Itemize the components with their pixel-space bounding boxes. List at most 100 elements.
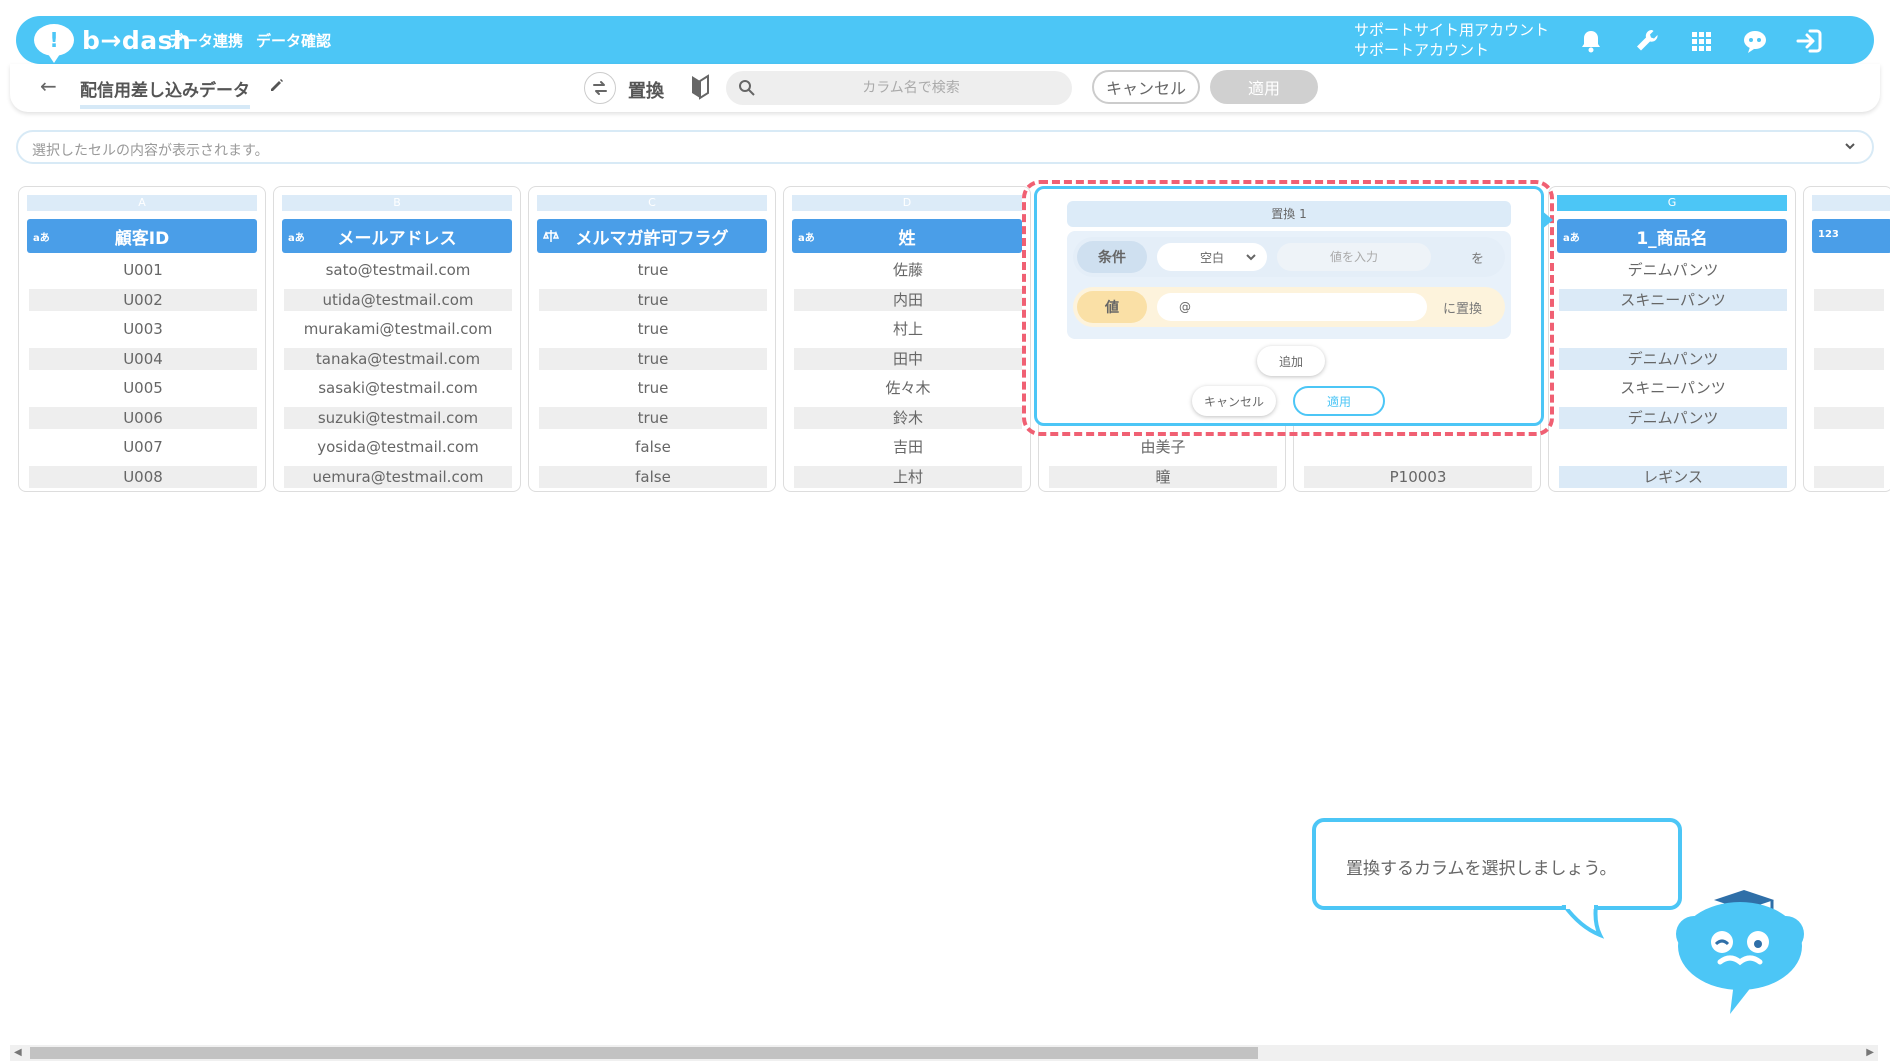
column-search-input[interactable]	[766, 71, 1056, 105]
table-cell[interactable]: true	[539, 289, 767, 311]
column-header[interactable]: aあ 顧客ID	[27, 219, 257, 253]
replace-value-input[interactable]	[1157, 293, 1427, 321]
condition-label: 条件	[1077, 241, 1147, 273]
column-c[interactable]: C メルマガ許可フラグ true true true true true tru…	[528, 186, 776, 492]
table-cell[interactable]: U008	[29, 466, 257, 488]
flag-type-icon	[543, 230, 559, 242]
table-cell[interactable]: false	[539, 436, 767, 458]
scroll-left-arrow-icon[interactable]: ◀	[14, 1047, 22, 1058]
column-h[interactable]: 123	[1803, 186, 1890, 492]
column-b[interactable]: B aあ メールアドレス sato@testmail.com utida@tes…	[273, 186, 521, 492]
column-header[interactable]: aあ メールアドレス	[282, 219, 512, 253]
horizontal-scrollbar[interactable]: ◀ ▶	[10, 1045, 1878, 1061]
table-cell[interactable]: 村上	[794, 318, 1022, 340]
nav-data-check[interactable]: データ確認	[256, 30, 331, 51]
table-cell[interactable]: U005	[29, 377, 257, 399]
table-cell[interactable]: U006	[29, 407, 257, 429]
table-cell[interactable]: tanaka@testmail.com	[284, 348, 512, 370]
account-user-name: サポートアカウント	[1354, 41, 1490, 59]
table-cell[interactable]	[1814, 348, 1884, 370]
condition-select-value: 空白	[1199, 250, 1224, 265]
table-cell[interactable]	[1814, 466, 1884, 488]
scrollbar-thumb[interactable]	[30, 1047, 1258, 1059]
account-info[interactable]: サポートサイト用アカウント サポートアカウント	[1354, 20, 1549, 60]
condition-select[interactable]: 空白	[1157, 243, 1267, 271]
table-cell[interactable]: 佐藤	[794, 259, 1022, 281]
table-cell[interactable]	[1814, 407, 1884, 429]
table-cell[interactable]: U002	[29, 289, 257, 311]
column-name: メールアドレス	[337, 228, 457, 249]
table-cell[interactable]: true	[539, 318, 767, 340]
nav-data-integration[interactable]: データ連携	[168, 30, 243, 51]
table-cell[interactable]: uemura@testmail.com	[284, 466, 512, 488]
column-header[interactable]: aあ 1_商品名	[1557, 219, 1787, 253]
table-cell[interactable]	[1559, 436, 1787, 458]
replace-mode-button[interactable]	[584, 72, 616, 104]
table-cell[interactable]: P10003	[1304, 466, 1532, 488]
condition-value-input[interactable]	[1277, 243, 1431, 271]
table-cell[interactable]: 吉田	[794, 436, 1022, 458]
table-cell[interactable]	[1559, 318, 1787, 340]
table-cell[interactable]: sato@testmail.com	[284, 259, 512, 281]
table-cell[interactable]: 瞳	[1049, 466, 1277, 488]
table-cell[interactable]: true	[539, 377, 767, 399]
table-cell[interactable]: suzuki@testmail.com	[284, 407, 512, 429]
popup-cancel-button[interactable]: キャンセル	[1192, 386, 1276, 416]
mascot-character-icon[interactable]	[1664, 878, 1814, 1018]
back-arrow-icon[interactable]: ←	[40, 74, 57, 98]
cell-content-placeholder: 選択したセルの内容が表示されます。	[32, 143, 269, 159]
table-cell[interactable]: true	[539, 348, 767, 370]
table-cell[interactable]: false	[539, 466, 767, 488]
column-header[interactable]: メルマガ許可フラグ	[537, 219, 767, 253]
column-letter: G	[1557, 195, 1787, 211]
dataset-title[interactable]: 配信用差し込みデータ	[80, 76, 250, 109]
table-cell[interactable]: U007	[29, 436, 257, 458]
table-cell[interactable]: murakami@testmail.com	[284, 318, 512, 340]
table-cell[interactable]: U004	[29, 348, 257, 370]
table-cell[interactable]: utida@testmail.com	[284, 289, 512, 311]
logout-icon[interactable]	[1794, 26, 1824, 56]
cancel-button[interactable]: キャンセル	[1092, 70, 1200, 104]
column-header[interactable]: 123	[1812, 219, 1890, 253]
table-cell[interactable]: スキニーパンツ	[1559, 377, 1787, 399]
table-cell[interactable]: 由美子	[1049, 436, 1277, 458]
table-cell[interactable]: yosida@testmail.com	[284, 436, 512, 458]
table-cell[interactable]: 田中	[794, 348, 1022, 370]
table-cell[interactable]: 上村	[794, 466, 1022, 488]
support-chat-icon[interactable]	[1740, 26, 1770, 56]
cell-content-bar[interactable]: 選択したセルの内容が表示されます。	[16, 130, 1874, 164]
beginner-mark-icon[interactable]	[690, 74, 710, 100]
column-g[interactable]: G aあ 1_商品名 デニムパンツ スキニーパンツ デニムパンツ スキニーパンツ…	[1548, 186, 1796, 492]
column-d[interactable]: D aあ 姓 佐藤 内田 村上 田中 佐々木 鈴木 吉田 上村	[783, 186, 1031, 492]
chevron-down-icon[interactable]	[1842, 138, 1858, 154]
table-cell[interactable]: レギンス	[1559, 466, 1787, 488]
table-cell[interactable]: スキニーパンツ	[1559, 289, 1787, 311]
table-cell[interactable]: U001	[29, 259, 257, 281]
table-cell[interactable]: true	[539, 407, 767, 429]
table-cell[interactable]: デニムパンツ	[1559, 348, 1787, 370]
column-a[interactable]: A aあ 顧客ID U001 U002 U003 U004 U005 U006 …	[18, 186, 266, 492]
column-name: 顧客ID	[114, 228, 170, 249]
bell-icon[interactable]	[1576, 26, 1606, 56]
table-cell[interactable]: sasaki@testmail.com	[284, 377, 512, 399]
column-letter: B	[282, 195, 512, 211]
table-cell[interactable]	[1814, 289, 1884, 311]
table-cell[interactable]: 内田	[794, 289, 1022, 311]
apps-grid-icon[interactable]	[1686, 26, 1716, 56]
edit-pencil-icon[interactable]	[268, 76, 286, 94]
table-cell[interactable]: デニムパンツ	[1559, 407, 1787, 429]
wrench-icon[interactable]	[1632, 26, 1662, 56]
scroll-right-arrow-icon[interactable]: ▶	[1866, 1047, 1874, 1058]
text-type-icon: aあ	[798, 233, 815, 244]
value-label: 値	[1077, 291, 1147, 323]
column-header[interactable]: aあ 姓	[792, 219, 1022, 253]
table-cell[interactable]: 佐々木	[794, 377, 1022, 399]
account-site-name: サポートサイト用アカウント	[1354, 21, 1550, 39]
apply-button[interactable]: 適用	[1210, 70, 1318, 104]
table-cell[interactable]: デニムパンツ	[1559, 259, 1787, 281]
popup-apply-button[interactable]: 適用	[1293, 386, 1385, 416]
table-cell[interactable]: 鈴木	[794, 407, 1022, 429]
table-cell[interactable]: true	[539, 259, 767, 281]
table-cell[interactable]: U003	[29, 318, 257, 340]
add-rule-button[interactable]: 追加	[1257, 346, 1325, 376]
